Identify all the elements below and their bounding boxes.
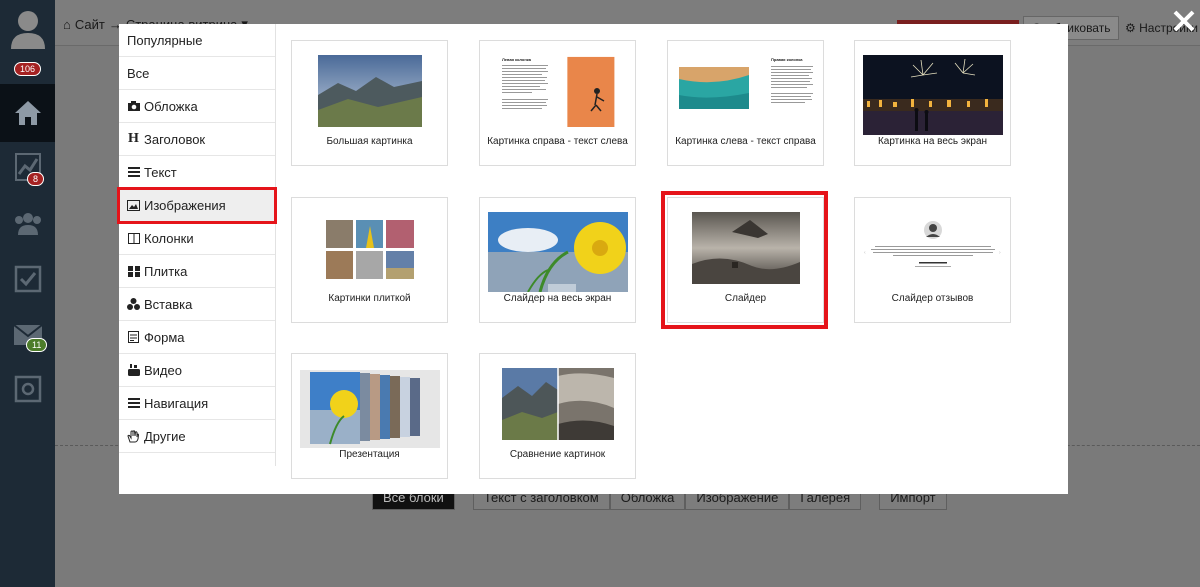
foggy-mountain-thumbnail [691, 212, 800, 284]
block-card-label: Слайдер отзывов [891, 293, 974, 304]
sidebar-item-mail[interactable] [0, 306, 55, 364]
breadcrumb-site[interactable]: Сайт [75, 17, 105, 32]
users-icon [14, 213, 41, 235]
block-card-label: Картинки плиткой [328, 293, 411, 304]
mountains-thumbnail [317, 55, 422, 127]
image-icon [127, 199, 140, 211]
sidebar-item-tasks[interactable] [0, 250, 55, 308]
stats-badge: 8 [27, 172, 45, 186]
text-lines-icon [127, 167, 140, 177]
block-card-big-image[interactable]: Большая картинка [291, 40, 448, 166]
mail-badge: 11 [26, 338, 48, 352]
block-card-testimonials-slider[interactable]: ‹ › Слайдер отзывов [854, 197, 1011, 323]
block-card-fullscreen-slider[interactable]: Слайдер на весь экран [479, 197, 636, 323]
compare-thumbnail [501, 368, 614, 440]
block-thumb-heading: Левая колонка [502, 57, 532, 62]
category-text[interactable]: Текст [119, 156, 275, 189]
night-city-thumbnail [862, 55, 1003, 135]
sidebar-item-stats[interactable] [0, 138, 55, 196]
category-label: Колонки [144, 230, 194, 246]
menu-icon [127, 398, 140, 408]
block-card-image-right-text-left[interactable]: Левая колонка Картинка справа - текст сл… [479, 40, 636, 166]
category-label: Изображения [144, 197, 226, 213]
category-popular[interactable]: Популярные [119, 24, 275, 57]
category-label: Все [127, 65, 150, 81]
category-label: Обложка [144, 98, 198, 114]
block-card-slider[interactable]: Слайдер [661, 191, 828, 329]
camera-icon [127, 101, 140, 111]
category-heading[interactable]: H Заголовок [119, 123, 275, 156]
checkbox-icon [14, 265, 41, 293]
category-all[interactable]: Все [119, 57, 275, 90]
block-card-image-compare[interactable]: Сравнение картинок [479, 353, 636, 479]
tiles-icon [127, 265, 140, 277]
category-list: Популярные Все Обложка H Заголовок Текст… [117, 24, 277, 466]
category-images[interactable]: Изображения [117, 187, 277, 224]
block-card-label: Картинка справа - текст слева [487, 136, 628, 147]
sidebar-item-safe[interactable] [0, 360, 55, 418]
close-icon[interactable] [1171, 8, 1197, 34]
testimonial-thumbnail: ‹ › [864, 221, 1001, 267]
form-icon [127, 331, 140, 343]
block-card-label: Сравнение картинок [509, 449, 606, 460]
safe-icon [14, 375, 41, 403]
category-cover[interactable]: Обложка [119, 90, 275, 123]
category-label: Заголовок [144, 131, 206, 147]
hand-icon [127, 429, 140, 443]
home-icon [14, 101, 41, 125]
block-thumb-heading: Правая колонка [771, 57, 803, 62]
user-silhouette-icon [10, 11, 45, 49]
block-card-presentation[interactable]: Презентация [291, 353, 448, 479]
avatar-badge: 106 [14, 62, 42, 76]
category-label: Вставка [144, 296, 193, 312]
svg-text:‹: ‹ [864, 250, 866, 256]
columns-icon [127, 232, 140, 244]
block-card-label: Большая картинка [326, 136, 413, 147]
svg-text:›: › [999, 250, 1001, 256]
text-left-image-right-thumbnail: Левая колонка [501, 56, 614, 127]
block-card-fullscreen-image[interactable]: Картинка на весь экран [854, 40, 1011, 166]
category-label: Плитка [144, 263, 188, 279]
block-card-label: Презентация [339, 449, 400, 460]
category-label: Другие [144, 428, 186, 444]
block-card-label: Картинка слева - текст справа [675, 136, 816, 147]
block-grid: Большая картинка Левая колонка Картинка … [291, 40, 1051, 480]
category-other[interactable]: Другие [119, 420, 275, 453]
tile-grid-thumbnail [325, 220, 414, 279]
embed-icon [127, 298, 140, 310]
category-label: Видео [144, 362, 182, 378]
category-label: Текст [144, 164, 177, 180]
category-label: Популярные [127, 32, 203, 48]
block-card-image-tiles[interactable]: Картинки плиткой [291, 197, 448, 323]
home-small-icon: ⌂ [63, 16, 71, 32]
category-label: Навигация [144, 395, 209, 411]
youtube-icon [127, 364, 140, 376]
category-navigation[interactable]: Навигация [119, 387, 275, 420]
flower-slider-thumbnail [487, 212, 628, 292]
category-columns[interactable]: Колонки [119, 222, 275, 255]
block-picker-modal: Популярные Все Обложка H Заголовок Текст… [117, 24, 1068, 494]
category-form[interactable]: Форма [119, 321, 275, 354]
app-sidebar: 106 8 11 [0, 0, 55, 587]
category-tiles[interactable]: Плитка [119, 255, 275, 288]
category-embed[interactable]: Вставка [119, 288, 275, 321]
block-card-label: Картинка на весь экран [877, 136, 988, 147]
image-left-text-right-thumbnail: Правая колонка [678, 57, 813, 109]
sidebar-item-users[interactable] [0, 194, 55, 252]
gear-icon: ⚙ [1125, 21, 1136, 35]
category-video[interactable]: Видео [119, 354, 275, 387]
block-card-label: Слайдер [724, 293, 767, 304]
sidebar-item-home[interactable] [0, 84, 55, 142]
category-label: Форма [144, 329, 185, 345]
block-card-label: Слайдер на весь экран [503, 293, 612, 304]
block-card-image-left-text-right[interactable]: Правая колонка Картинка слева - текст сп… [667, 40, 824, 166]
heading-icon: H [128, 131, 139, 146]
user-avatar[interactable] [0, 0, 55, 58]
presentation-thumbnail [299, 370, 440, 448]
